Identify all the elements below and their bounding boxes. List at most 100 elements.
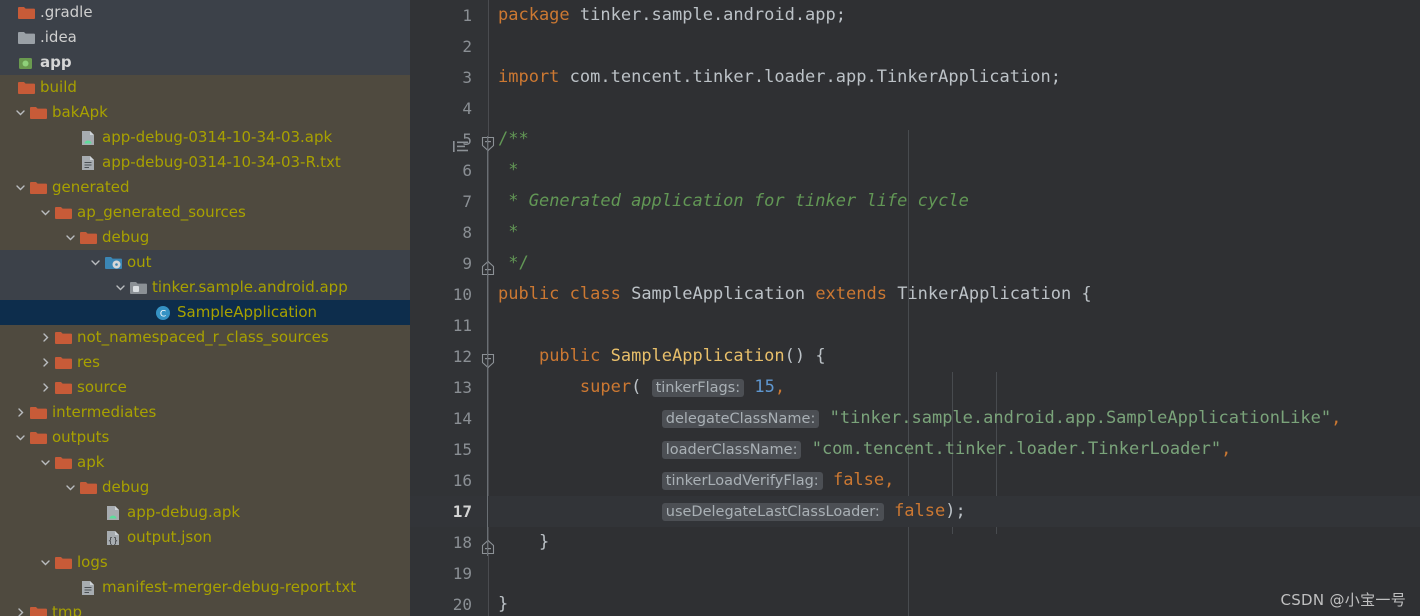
line-number: 20 — [452, 595, 472, 614]
code-line[interactable]: 19 — [410, 558, 1420, 589]
tree-item-app-debug-apk[interactable]: app-debug.apk — [0, 500, 410, 525]
tree-item-out[interactable]: out — [0, 250, 410, 275]
tree-item-tinker-sample-android-app[interactable]: tinker.sample.android.app — [0, 275, 410, 300]
code-text-area[interactable]: 1 package tinker.sample.android.app; 2 3 imp… — [410, 0, 1420, 616]
svg-text:{}: {} — [108, 536, 118, 545]
code-token: * — [498, 222, 519, 242]
code-line-content: * — [498, 217, 518, 248]
code-line[interactable]: 3 import com.tencent.tinker.loader.app.Ti… — [410, 62, 1420, 93]
tree-item-apk[interactable]: apk — [0, 450, 410, 475]
line-number: 8 — [462, 223, 472, 242]
tree-item-build[interactable]: build — [0, 75, 410, 100]
tree-item-debug[interactable]: debug — [0, 225, 410, 250]
code-line[interactable]: 5/** — [410, 124, 1420, 155]
chevron-down-icon[interactable] — [112, 275, 128, 300]
tree-item-label: tinker.sample.android.app — [152, 278, 348, 296]
folder-icon — [28, 600, 48, 616]
tree-item-gradle[interactable]: .gradle — [0, 0, 410, 25]
code-line[interactable]: 15 loaderClassName: "com.tencent.tinker.… — [410, 434, 1420, 465]
code-line[interactable]: 13 super( tinkerFlags: 15, — [410, 372, 1420, 403]
code-line[interactable]: 16 tinkerLoadVerifyFlag: false, — [410, 465, 1420, 496]
tree-item-source[interactable]: source — [0, 375, 410, 400]
code-line-content: package tinker.sample.android.app; — [498, 0, 846, 31]
ide-window: .gradle .idea app build bakApk app-debug-0314… — [0, 0, 1420, 616]
tree-item-label: app-debug-0314-10-34-03-R.txt — [102, 153, 341, 171]
code-line-content: */ — [498, 248, 528, 279]
chevron-right-icon[interactable] — [12, 400, 28, 425]
code-line[interactable]: 7 * Generated application for tinker lif… — [410, 186, 1420, 217]
tree-item-outputs[interactable]: outputs — [0, 425, 410, 450]
code-editor[interactable]: 1 package tinker.sample.android.app; 2 3 imp… — [410, 0, 1420, 616]
code-token: extends — [815, 284, 898, 304]
chevron-down-icon[interactable] — [62, 475, 78, 500]
code-line[interactable]: 2 — [410, 31, 1420, 62]
tree-item-label: intermediates — [52, 403, 157, 421]
tree-item-label: out — [127, 253, 152, 271]
chevron-down-icon[interactable] — [87, 250, 103, 275]
project-tree-panel[interactable]: .gradle .idea app build bakApk app-debug-0314… — [0, 0, 410, 616]
tree-item-sampleapplication[interactable]: C SampleApplication — [0, 300, 410, 325]
chevron-down-icon[interactable] — [37, 450, 53, 475]
chevron-down-icon[interactable] — [12, 100, 28, 125]
chevron-right-icon[interactable] — [37, 325, 53, 350]
tree-item-logs[interactable]: logs — [0, 550, 410, 575]
code-line[interactable]: 9 */ — [410, 248, 1420, 279]
tree-item-ap-generated-sources[interactable]: ap_generated_sources — [0, 200, 410, 225]
chevron-down-icon[interactable] — [37, 550, 53, 575]
code-line[interactable]: 12 public SampleApplication() { — [410, 341, 1420, 372]
parameter-hint: tinkerLoadVerifyFlag: — [661, 472, 823, 490]
code-line[interactable]: 18 } — [410, 527, 1420, 558]
code-token: } — [498, 594, 509, 614]
tree-item-label: res — [77, 353, 100, 371]
svg-text:C: C — [160, 309, 166, 319]
chevron-right-icon[interactable] — [37, 375, 53, 400]
code-line[interactable]: 11 — [410, 310, 1420, 341]
chevron-right-icon[interactable] — [12, 600, 28, 616]
chevron-down-icon[interactable] — [62, 225, 78, 250]
code-line[interactable]: 20} — [410, 589, 1420, 616]
folder-icon — [28, 100, 48, 125]
code-line-content: } — [498, 589, 508, 616]
code-line[interactable]: 6 * — [410, 155, 1420, 186]
code-token: import — [498, 67, 560, 87]
tree-item-output-json[interactable]: {} output.json — [0, 525, 410, 550]
code-line[interactable]: 14 delegateClassName: "tinker.sample.and… — [410, 403, 1420, 434]
line-number: 7 — [462, 192, 472, 211]
folder-icon — [53, 550, 73, 575]
code-line[interactable]: 1 package tinker.sample.android.app; — [410, 0, 1420, 31]
chevron-right-icon[interactable] — [37, 350, 53, 375]
tree-item-label: tmp — [52, 603, 83, 616]
code-line[interactable]: 17 useDelegateLastClassLoader: false); — [410, 496, 1420, 527]
code-line[interactable]: 10 public class SampleApplication extends… — [410, 279, 1420, 310]
tree-item-app[interactable]: app — [0, 50, 410, 75]
tree-item-debug[interactable]: debug — [0, 475, 410, 500]
watermark: CSDN @小宝一号 — [1280, 591, 1406, 609]
tree-item-label: apk — [77, 453, 105, 471]
code-line-content: public SampleApplication() { — [498, 341, 826, 372]
chevron-down-icon[interactable] — [37, 200, 53, 225]
tree-item-app-debug-0314-10-34-03-r-txt[interactable]: app-debug-0314-10-34-03-R.txt — [0, 150, 410, 175]
tree-item-app-debug-0314-10-34-03-apk[interactable]: app-debug-0314-10-34-03.apk — [0, 125, 410, 150]
tree-item-generated[interactable]: generated — [0, 175, 410, 200]
tree-item-idea[interactable]: .idea — [0, 25, 410, 50]
tree-item-not-namespaced-r-class-sources[interactable]: not_namespaced_r_class_sources — [0, 325, 410, 350]
tree-item-intermediates[interactable]: intermediates — [0, 400, 410, 425]
tree-item-res[interactable]: res — [0, 350, 410, 375]
chevron-down-icon[interactable] — [12, 425, 28, 450]
tree-item-tmp[interactable]: tmp — [0, 600, 410, 616]
chevron-down-icon[interactable] — [12, 175, 28, 200]
code-token: ); — [945, 501, 966, 521]
code-line[interactable]: 4 — [410, 93, 1420, 124]
text-file-icon — [78, 575, 98, 600]
code-line[interactable]: 8 * — [410, 217, 1420, 248]
folder-icon — [53, 325, 73, 350]
tree-item-bakapk[interactable]: bakApk — [0, 100, 410, 125]
tree-item-manifest-merger-debug-report-txt[interactable]: manifest-merger-debug-report.txt — [0, 575, 410, 600]
